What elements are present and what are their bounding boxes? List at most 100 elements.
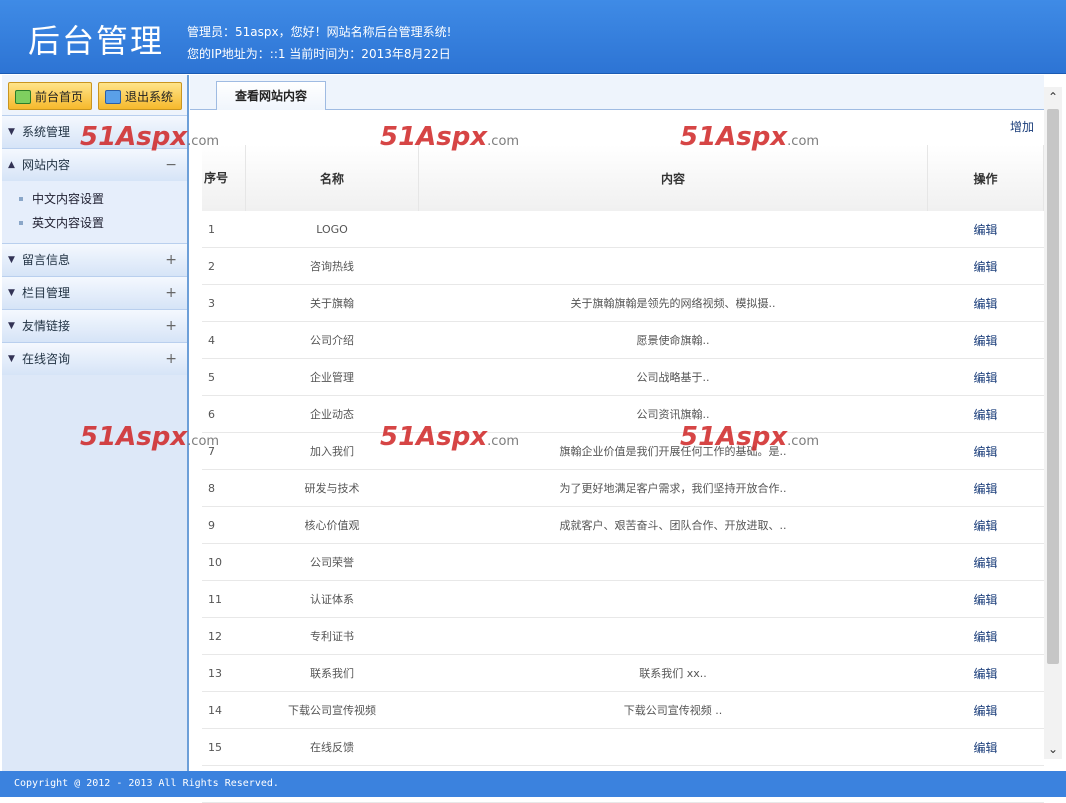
table-row: 5 企业管理 公司战略基于.. 编辑 bbox=[202, 358, 1044, 396]
row-index: 12 bbox=[202, 617, 246, 655]
edit-link[interactable]: 编辑 bbox=[927, 211, 1044, 248]
table-row: 2 咨询热线 编辑 bbox=[202, 247, 1044, 285]
footer: Copyright @ 2012 - 2013 All Rights Reser… bbox=[0, 771, 1066, 797]
add-link[interactable]: 增加 bbox=[1010, 118, 1034, 135]
home-arrow-icon bbox=[15, 90, 31, 104]
scroll-up-icon[interactable]: ⌃ bbox=[1044, 87, 1062, 107]
triangle-up-icon: ▲ bbox=[8, 160, 15, 170]
bullet-icon bbox=[19, 197, 23, 201]
col-action: 操作 bbox=[927, 145, 1044, 211]
table-row: 3 关于旗翰 关于旗翰旗翰是领先的网络视频、模拟摄.. 编辑 bbox=[202, 284, 1044, 322]
edit-link[interactable]: 编辑 bbox=[927, 321, 1044, 359]
row-name: 下载公司宣传视频 bbox=[245, 691, 419, 729]
row-index: 5 bbox=[202, 358, 246, 396]
row-name: 专利证书 bbox=[245, 617, 419, 655]
triangle-down-icon: ▼ bbox=[8, 255, 15, 265]
submenu-label: 中文内容设置 bbox=[32, 192, 105, 206]
row-content bbox=[418, 543, 928, 581]
row-name: 联系我们 bbox=[245, 654, 419, 692]
menu-label: 在线咨询 bbox=[22, 352, 71, 366]
admin-greeting: 管理员：51aspx，您好！网站名称后台管理系统! bbox=[187, 25, 452, 39]
row-index: 15 bbox=[202, 728, 246, 766]
menu-label: 留言信息 bbox=[22, 253, 71, 267]
expand-icon[interactable]: + bbox=[165, 310, 177, 342]
row-name: 咨询热线 bbox=[245, 247, 419, 285]
edit-link[interactable]: 编辑 bbox=[927, 284, 1044, 322]
logout-button[interactable]: 退出系统 bbox=[98, 82, 182, 110]
table-row: 11 认证体系 编辑 bbox=[202, 580, 1044, 618]
edit-link[interactable]: 编辑 bbox=[927, 580, 1044, 618]
col-name: 名称 bbox=[245, 145, 419, 211]
table-row: 10 公司荣誉 编辑 bbox=[202, 543, 1044, 581]
edit-link[interactable]: 编辑 bbox=[927, 654, 1044, 692]
row-name: LOGO bbox=[245, 211, 419, 248]
submenu-site-content: 中文内容设置 英文内容设置 bbox=[2, 181, 187, 243]
menu-links[interactable]: ▼ 友情链接 + bbox=[2, 309, 187, 342]
edit-link[interactable]: 编辑 bbox=[927, 358, 1044, 396]
menu-columns[interactable]: ▼ 栏目管理 + bbox=[2, 276, 187, 309]
scroll-down-icon[interactable]: ⌄ bbox=[1044, 739, 1062, 759]
menu-messages[interactable]: ▼ 留言信息 + bbox=[2, 243, 187, 276]
row-index: 3 bbox=[202, 284, 246, 322]
expand-icon[interactable]: + bbox=[165, 277, 177, 309]
main-content: 查看网站内容 增加 序号 名称 内容 操作 1 LOGO 编辑 2 咨询热线 编辑 3 关于旗… bbox=[190, 75, 1044, 803]
welcome-info: 管理员：51aspx，您好！网站名称后台管理系统! 您的IP地址为：::1 当前… bbox=[187, 21, 451, 65]
bullet-icon bbox=[19, 221, 23, 225]
row-index: 14 bbox=[202, 691, 246, 729]
vertical-scrollbar[interactable]: ⌃ ⌄ bbox=[1044, 87, 1062, 759]
frontend-home-button[interactable]: 前台首页 bbox=[8, 82, 92, 110]
submenu-item-english[interactable]: 英文内容设置 bbox=[2, 211, 187, 235]
edit-link[interactable]: 编辑 bbox=[927, 469, 1044, 507]
submenu-item-chinese[interactable]: 中文内容设置 bbox=[2, 187, 187, 211]
row-content: 成就客户、艰苦奋斗、团队合作、开放进取、.. bbox=[418, 506, 928, 544]
edit-link[interactable]: 编辑 bbox=[927, 728, 1044, 766]
table-row: 13 联系我们 联系我们 xx.. 编辑 bbox=[202, 654, 1044, 692]
triangle-down-icon: ▼ bbox=[8, 354, 15, 364]
col-content: 内容 bbox=[418, 145, 928, 211]
expand-icon[interactable]: + bbox=[165, 343, 177, 375]
menu-site-content[interactable]: ▲ 网站内容 − bbox=[2, 148, 187, 181]
watermark: 51Aspx.com bbox=[680, 422, 820, 452]
table-row: 12 专利证书 编辑 bbox=[202, 617, 1044, 655]
row-index: 11 bbox=[202, 580, 246, 618]
table-row: 9 核心价值观 成就客户、艰苦奋斗、团队合作、开放进取、.. 编辑 bbox=[202, 506, 1044, 544]
edit-link[interactable]: 编辑 bbox=[927, 617, 1044, 655]
table-row: 1 LOGO 编辑 bbox=[202, 211, 1044, 248]
sidebar-buttons: 前台首页 退出系统 bbox=[2, 75, 187, 115]
edit-link[interactable]: 编辑 bbox=[927, 432, 1044, 470]
row-index: 10 bbox=[202, 543, 246, 581]
watermark: 51Aspx.com bbox=[380, 122, 520, 152]
page-title: 后台管理 bbox=[28, 22, 165, 60]
triangle-down-icon: ▼ bbox=[8, 127, 15, 137]
content-table: 序号 名称 内容 操作 1 LOGO 编辑 2 咨询热线 编辑 3 关于旗翰 关于旗翰旗翰是领先… bbox=[202, 145, 1044, 803]
edit-link[interactable]: 编辑 bbox=[927, 506, 1044, 544]
row-name: 公司介绍 bbox=[245, 321, 419, 359]
edit-link[interactable]: 编辑 bbox=[927, 543, 1044, 581]
watermark: 51Aspx.com bbox=[80, 422, 220, 452]
edit-link[interactable]: 编辑 bbox=[927, 247, 1044, 285]
tab-bar: 查看网站内容 bbox=[190, 75, 1044, 110]
edit-link[interactable]: 编辑 bbox=[927, 691, 1044, 729]
row-content bbox=[418, 617, 928, 655]
row-content: 联系我们 xx.. bbox=[418, 654, 928, 692]
table-row: 15 在线反馈 编辑 bbox=[202, 728, 1044, 766]
edit-link[interactable]: 编辑 bbox=[927, 395, 1044, 433]
row-index: 13 bbox=[202, 654, 246, 692]
row-name: 公司荣誉 bbox=[245, 543, 419, 581]
tab-view-content[interactable]: 查看网站内容 bbox=[216, 81, 326, 110]
row-content bbox=[418, 211, 928, 248]
table-row: 14 下载公司宣传视频 下载公司宣传视频 .. 编辑 bbox=[202, 691, 1044, 729]
row-content: 关于旗翰旗翰是领先的网络视频、模拟摄.. bbox=[418, 284, 928, 322]
watermark: 51Aspx.com bbox=[80, 122, 220, 152]
scroll-thumb[interactable] bbox=[1047, 109, 1059, 664]
row-index: 9 bbox=[202, 506, 246, 544]
collapse-icon[interactable]: − bbox=[165, 149, 177, 181]
row-content bbox=[418, 728, 928, 766]
menu-label: 系统管理 bbox=[22, 125, 71, 139]
row-name: 核心价值观 bbox=[245, 506, 419, 544]
menu-label: 友情链接 bbox=[22, 319, 71, 333]
triangle-down-icon: ▼ bbox=[8, 321, 15, 331]
table-header-row: 序号 名称 内容 操作 bbox=[202, 145, 1044, 211]
menu-online-consult[interactable]: ▼ 在线咨询 + bbox=[2, 342, 187, 375]
expand-icon[interactable]: + bbox=[165, 244, 177, 276]
